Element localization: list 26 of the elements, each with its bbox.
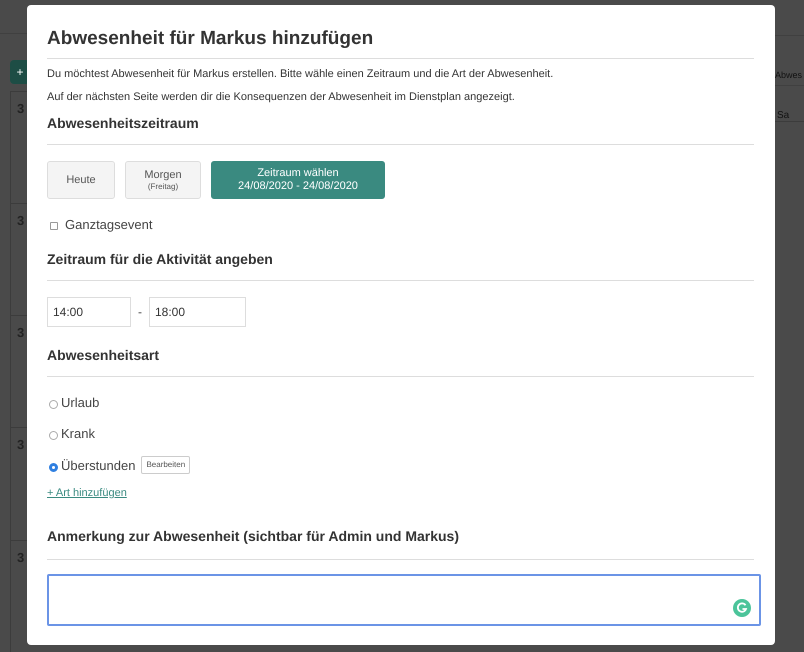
section-heading: Anmerkung zur Abwesenheit (sichtbar für Admin und Markus) <box>47 527 460 546</box>
section-heading: Abwesenheitsart <box>47 346 160 364</box>
edit-button[interactable]: Bearbeiten <box>141 456 190 474</box>
section-heading: Zeitraum für die Aktivität angeben <box>47 250 274 269</box>
grammar-check-icon <box>733 599 751 617</box>
day-label: Sa <box>776 110 790 121</box>
intro-text: Du möchtest Abwesenheit für Markus erstellen. Bitte wähle einen Zeitraum und die Art der Abwesenheit. <box>47 67 554 82</box>
start-time-field[interactable]: 14:00 <box>47 296 131 326</box>
checkbox-label: Ganztagsevent <box>65 216 152 234</box>
radio-button[interactable] <box>49 462 58 472</box>
add-type-link[interactable]: + Art hinzufügen <box>47 485 127 502</box>
dialog-title: Abwesenheit für Markus hinzufügen <box>47 27 374 51</box>
section-heading: Abwesenheitszeitraum <box>47 114 200 133</box>
radio-button[interactable] <box>49 431 58 440</box>
time-separator: - <box>138 304 142 320</box>
end-time-field[interactable]: 18:00 <box>149 296 246 326</box>
radio-label: Urlaub <box>61 394 100 412</box>
checkbox[interactable] <box>50 222 58 230</box>
period-button[interactable]: Zeitraum wählen 24/08/2020 - 24/08/2020 <box>211 161 385 199</box>
radio-label: Überstunden <box>61 456 136 474</box>
intro-text: Auf der nächsten Seite werden dir die Konsequenzen der Abwesenheit im Dienstplan angezeigt. <box>47 90 516 105</box>
note-field[interactable] <box>47 574 761 626</box>
radio-label: Krank <box>61 425 95 443</box>
period-button[interactable]: Heute <box>47 161 115 199</box>
period-button[interactable]: Morgen (Freitag) <box>125 161 201 199</box>
radio-button[interactable] <box>49 400 58 409</box>
